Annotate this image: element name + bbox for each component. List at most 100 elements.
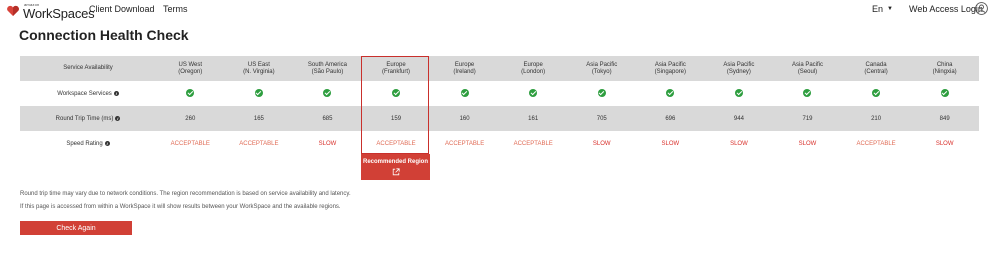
region-header-cell: Canada (Central) (841, 56, 911, 81)
region-location: (Tokyo) (591, 68, 612, 75)
check-circle-icon (460, 88, 469, 97)
region-location: (São Paulo) (311, 68, 344, 75)
web-access-login-link[interactable]: Web Access Login (909, 4, 983, 14)
info-icon[interactable]: i (104, 140, 110, 146)
region-name: US West (178, 61, 203, 68)
region-header-cell: China (Ningxia) (910, 56, 979, 81)
region-name: South America (307, 61, 347, 68)
region-location: (London) (521, 68, 546, 75)
region-name: Asia Pacific (654, 61, 686, 68)
speed-rating-label: Speed Rating i (20, 131, 156, 156)
check-circle-icon (186, 88, 195, 97)
region-location: (Central) (864, 68, 888, 75)
check-circle-icon (392, 88, 401, 97)
region-header-cell: US East (N. Virginia) (224, 56, 294, 81)
speed-rating-cell: SLOW (704, 131, 774, 156)
speed-rating-cell: SLOW (293, 131, 362, 156)
region-header-cell: Asia Pacific (Tokyo) (567, 56, 637, 81)
service-availability-header: Service Availability (20, 56, 156, 81)
recommended-region-label: Recommended Region (362, 159, 428, 165)
check-circle-icon (734, 88, 743, 97)
region-location: (Oregon) (178, 68, 203, 75)
language-selector[interactable]: En ▼ (872, 4, 893, 14)
language-value: En (872, 4, 884, 14)
region-location: (Ireland) (453, 68, 476, 75)
region-name: Asia Pacific (723, 61, 755, 68)
health-check-table: Service Availability US West (Oregon) US E… (20, 56, 979, 156)
nav-client-download[interactable]: Client Download (89, 4, 155, 14)
speed-rating-row: Speed Rating i ACCEPTABLE ACCEPTABLE SLOW AC… (20, 131, 979, 156)
chevron-down-icon: ▼ (887, 6, 893, 12)
region-name: China (936, 61, 953, 68)
region-name: Canada (865, 61, 887, 68)
speed-rating-cell: ACCEPTABLE (224, 131, 294, 156)
workspace-services-label: Workspace Services i (20, 81, 156, 106)
region-name: Asia Pacific (791, 61, 823, 68)
user-account-icon[interactable] (975, 2, 988, 15)
check-circle-icon (872, 88, 881, 97)
recommended-region-button[interactable]: Recommended Region (361, 154, 430, 180)
round-trip-time-cell: 165 (224, 106, 294, 131)
round-trip-time-cell: 685 (293, 106, 362, 131)
check-again-button[interactable]: Check Again (20, 221, 132, 235)
check-circle-icon (529, 88, 538, 97)
speed-rating-cell: ACCEPTABLE (156, 131, 225, 156)
region-location: (N. Virginia) (243, 68, 275, 75)
service-status-cell (293, 81, 362, 106)
workspace-note: If this page is accessed from within a W… (20, 204, 341, 210)
service-status-cell (567, 81, 637, 106)
logo-workspaces-text: WorkSpaces (23, 5, 95, 21)
speed-rating-cell: ACCEPTABLE (498, 131, 568, 156)
region-name: US East (247, 61, 270, 68)
region-header-cell: Asia Pacific (Seoul) (773, 56, 842, 81)
round-trip-time-cell: 696 (636, 106, 705, 131)
speed-rating-cell: ACCEPTABLE (430, 131, 499, 156)
region-header-row: Service Availability US West (Oregon) US E… (20, 56, 979, 81)
round-trip-time-cell: 159 (361, 106, 431, 131)
region-location: (Singapore) (654, 68, 687, 75)
round-trip-time-cell: 210 (841, 106, 911, 131)
workspaces-logo[interactable]: amazon WorkSpaces (6, 1, 95, 21)
region-header-cell: Europe (Frankfurt) (361, 56, 431, 81)
service-status-cell (361, 81, 431, 106)
region-location: (Seoul) (797, 68, 818, 75)
region-header-cell: US West (Oregon) (156, 56, 225, 81)
round-trip-time-label: Round Trip Time (ms) i (20, 106, 156, 131)
info-icon[interactable]: i (115, 115, 121, 121)
service-status-cell (773, 81, 842, 106)
speed-rating-cell: SLOW (910, 131, 979, 156)
region-name: Asia Pacific (586, 61, 618, 68)
latency-note: Round trip time may vary due to network … (20, 191, 351, 197)
check-circle-icon (666, 88, 675, 97)
check-circle-icon (597, 88, 606, 97)
region-header-cell: Europe (London) (498, 56, 568, 81)
check-circle-icon (254, 88, 263, 97)
round-trip-time-cell: 161 (498, 106, 568, 131)
service-status-cell (498, 81, 568, 106)
round-trip-time-cell: 705 (567, 106, 637, 131)
round-trip-time-cell: 849 (910, 106, 979, 131)
check-circle-icon (940, 88, 949, 97)
region-location: (Frankfurt) (382, 68, 411, 75)
round-trip-time-cell: 719 (773, 106, 842, 131)
service-status-cell (636, 81, 705, 106)
round-trip-time-cell: 260 (156, 106, 225, 131)
region-name: Europe (386, 61, 406, 68)
service-status-cell (224, 81, 294, 106)
service-status-cell (430, 81, 499, 106)
region-header-cell: Asia Pacific (Sydney) (704, 56, 774, 81)
page-title: Connection Health Check (19, 27, 189, 43)
region-header-cell: Europe (Ireland) (430, 56, 499, 81)
info-icon[interactable]: i (113, 90, 119, 96)
service-status-cell (841, 81, 911, 106)
workspace-services-row: Workspace Services i (20, 81, 979, 106)
speed-rating-cell: SLOW (636, 131, 705, 156)
region-location: (Ningxia) (932, 68, 957, 75)
nav-terms[interactable]: Terms (163, 4, 188, 14)
region-name: Europe (523, 61, 543, 68)
external-link-icon (392, 168, 400, 176)
round-trip-time-cell: 160 (430, 106, 499, 131)
check-circle-icon (803, 88, 812, 97)
service-status-cell (156, 81, 225, 106)
service-status-cell (910, 81, 979, 106)
